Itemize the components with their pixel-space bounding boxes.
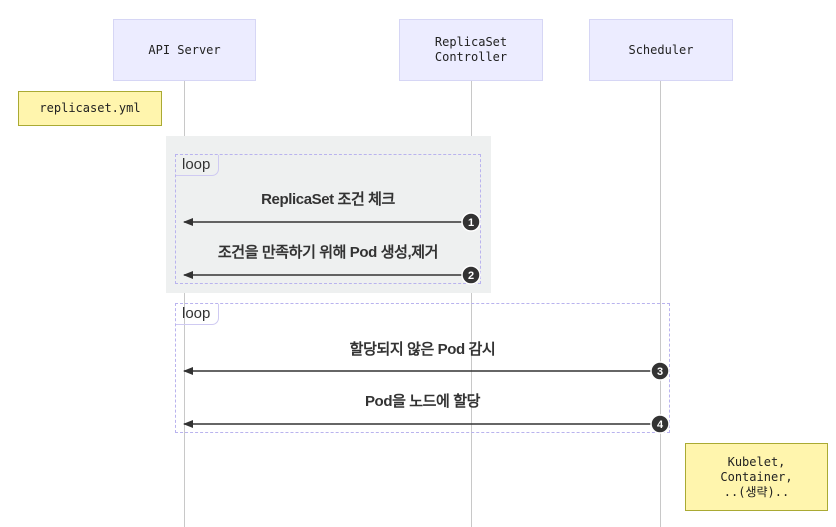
- note-kubelet-line-2: Container,: [720, 469, 793, 484]
- note-kubelet-line-3: ..(생략)..: [723, 484, 790, 499]
- note-kubelet-line-1: Kubelet,: [727, 454, 786, 469]
- svg-text:4: 4: [657, 419, 664, 431]
- svg-text:3: 3: [657, 366, 663, 378]
- svg-text:2: 2: [468, 270, 474, 282]
- sequence-number-badge-2: 2: [461, 265, 481, 285]
- sequence-number-badge-1: 1: [461, 212, 481, 232]
- sequence-number-badge-4: 4: [650, 414, 670, 434]
- svg-text:1: 1: [468, 217, 474, 229]
- note-kubelet-container: Kubelet, Container, ..(생략)..: [685, 443, 828, 511]
- sequence-number-badge-3: 3: [650, 361, 670, 381]
